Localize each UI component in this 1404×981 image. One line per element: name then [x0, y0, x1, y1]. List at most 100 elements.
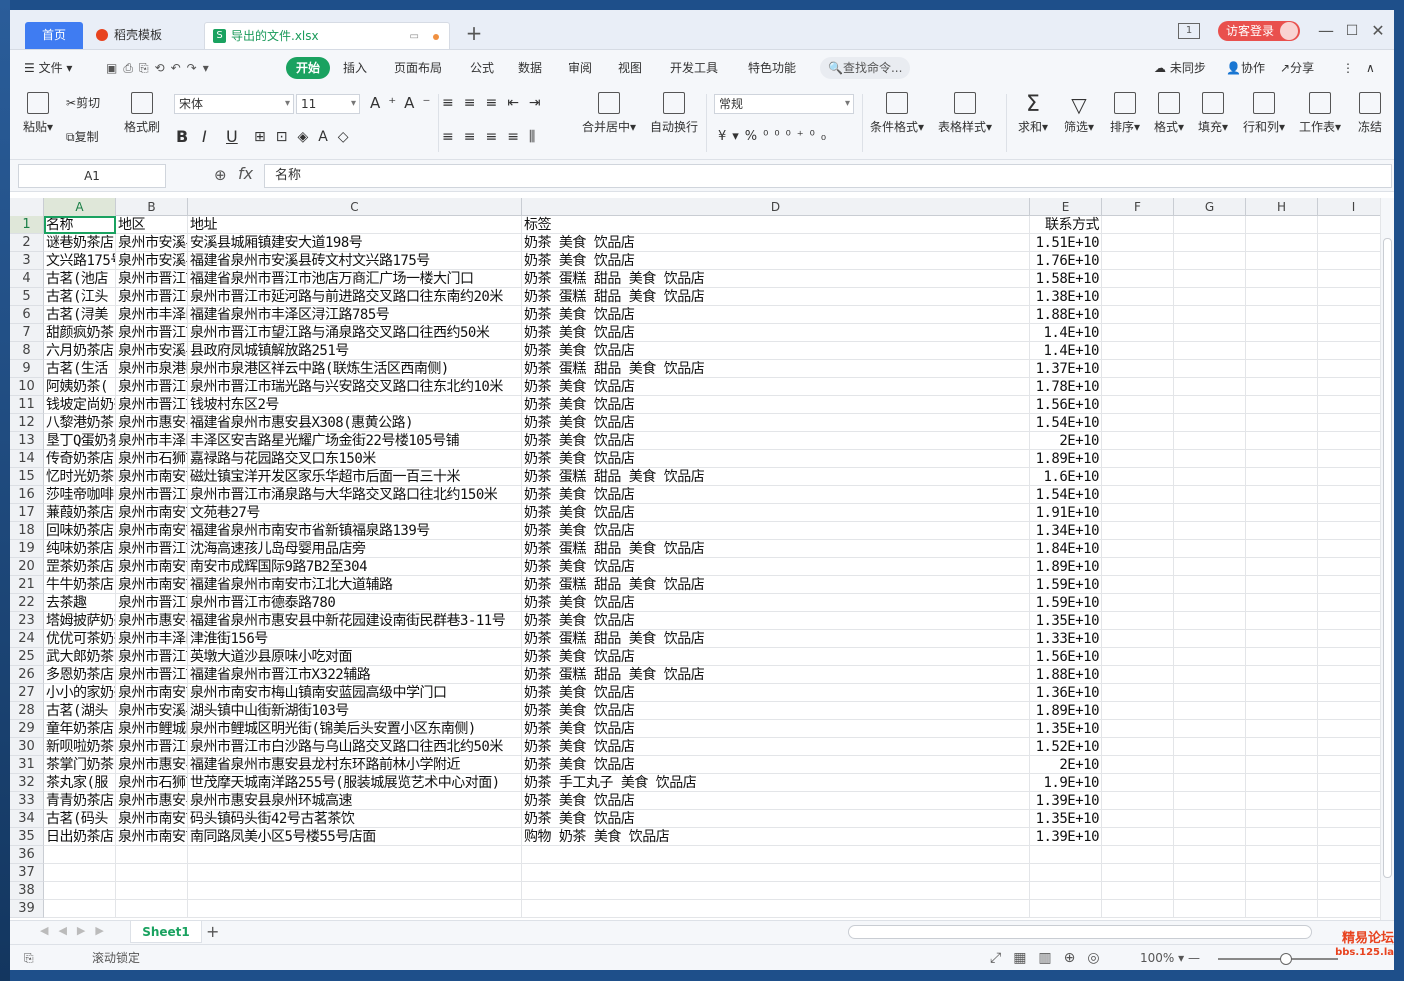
- tab-view[interactable]: 视图: [618, 57, 642, 79]
- cell[interactable]: 泉州市南安市: [116, 504, 188, 522]
- cell[interactable]: [1102, 684, 1174, 702]
- cell[interactable]: 南同路凤美小区5号楼55号店面: [188, 828, 522, 846]
- cell[interactable]: [1102, 828, 1174, 846]
- tab-file[interactable]: S 导出的文件.xlsx ▭: [204, 22, 450, 49]
- cell[interactable]: 小小的家奶茶: [44, 684, 116, 702]
- cell[interactable]: 福建省泉州市晋江市池店万商汇广场一楼大门口: [188, 270, 522, 288]
- horizontal-scroll-thumb[interactable]: [848, 925, 1312, 939]
- font-name-select[interactable]: 宋体: [174, 94, 294, 114]
- row-header[interactable]: 18: [10, 522, 44, 540]
- cell[interactable]: [188, 900, 522, 918]
- cell[interactable]: [1174, 378, 1246, 396]
- cell[interactable]: 1.4E+10: [1030, 324, 1102, 342]
- row-header[interactable]: 20: [10, 558, 44, 576]
- cell[interactable]: 泉州市鲤城区明光街(锦美后头安置小区东南侧): [188, 720, 522, 738]
- cell[interactable]: 1.37E+10: [1030, 360, 1102, 378]
- cell[interactable]: [44, 900, 116, 918]
- cell[interactable]: 南安市成辉国际9路7B2至304: [188, 558, 522, 576]
- cell[interactable]: [1102, 378, 1174, 396]
- cell[interactable]: [1102, 792, 1174, 810]
- cell[interactable]: 福建省泉州市安溪县砖文村文兴路175号: [188, 252, 522, 270]
- cell[interactable]: [1246, 450, 1318, 468]
- cell[interactable]: 奶茶 蛋糕 甜品 美食 饮品店: [522, 468, 1030, 486]
- cell[interactable]: [1174, 702, 1246, 720]
- cell[interactable]: [1102, 630, 1174, 648]
- cell[interactable]: 福建省泉州市丰泽区浔江路785号: [188, 306, 522, 324]
- filter-button[interactable]: ▽ 筛选▾: [1058, 92, 1100, 135]
- number-format-select[interactable]: 常规: [714, 94, 854, 114]
- cell[interactable]: [1318, 216, 1380, 234]
- add-sheet-button[interactable]: +: [206, 921, 219, 943]
- cell[interactable]: 泉州市惠安县: [116, 792, 188, 810]
- row-header[interactable]: 12: [10, 414, 44, 432]
- cell[interactable]: 世茂摩天城南洋路255号(服装城展览艺术中心对面): [188, 774, 522, 792]
- cell[interactable]: 奶茶 蛋糕 甜品 美食 饮品店: [522, 270, 1030, 288]
- cell[interactable]: [1174, 324, 1246, 342]
- cell[interactable]: 1.9E+10: [1030, 774, 1102, 792]
- cell[interactable]: 谜巷奶茶店: [44, 234, 116, 252]
- cell[interactable]: 奶茶 美食 饮品店: [522, 738, 1030, 756]
- cell[interactable]: 奶茶 美食 饮品店: [522, 558, 1030, 576]
- conditional-format-button[interactable]: 条件格式▾: [868, 92, 926, 135]
- row-header[interactable]: 10: [10, 378, 44, 396]
- cell[interactable]: 1.54E+10: [1030, 486, 1102, 504]
- column-header-h[interactable]: H: [1246, 198, 1318, 216]
- cell[interactable]: 泉州市晋江市: [116, 738, 188, 756]
- cell[interactable]: 奶茶 蛋糕 甜品 美食 饮品店: [522, 540, 1030, 558]
- cell[interactable]: 福建省泉州市惠安县X308(惠黄公路): [188, 414, 522, 432]
- cell[interactable]: 码头镇码头街42号古茗茶饮: [188, 810, 522, 828]
- cell[interactable]: 奶茶 蛋糕 甜品 美食 饮品店: [522, 360, 1030, 378]
- row-header[interactable]: 8: [10, 342, 44, 360]
- cell[interactable]: [1246, 216, 1318, 234]
- cell[interactable]: [1318, 396, 1380, 414]
- cell[interactable]: 泉州市南安市梅山镇南安蓝园高级中学门口: [188, 684, 522, 702]
- cell[interactable]: [1102, 396, 1174, 414]
- cell[interactable]: 购物 奶茶 美食 饮品店: [522, 828, 1030, 846]
- cell[interactable]: 古茗(浔美: [44, 306, 116, 324]
- cell[interactable]: [1318, 468, 1380, 486]
- cell[interactable]: 奶茶 蛋糕 甜品 美食 饮品店: [522, 576, 1030, 594]
- cell[interactable]: 泉州市安溪县: [116, 342, 188, 360]
- cell[interactable]: 垦丁Q蛋奶茶: [44, 432, 116, 450]
- cell[interactable]: [1246, 900, 1318, 918]
- cell[interactable]: [1174, 810, 1246, 828]
- cell[interactable]: 泉州市惠安县泉州环城高速: [188, 792, 522, 810]
- cell[interactable]: [1318, 558, 1380, 576]
- cell[interactable]: [1102, 504, 1174, 522]
- cell[interactable]: [1318, 450, 1380, 468]
- cell[interactable]: [116, 864, 188, 882]
- cell[interactable]: 安溪县城厢镇建安大道198号: [188, 234, 522, 252]
- row-header[interactable]: 25: [10, 648, 44, 666]
- close-icon[interactable]: ✕: [1368, 21, 1388, 41]
- cell[interactable]: 古茗(江头: [44, 288, 116, 306]
- cell[interactable]: [1174, 792, 1246, 810]
- zoom-slider[interactable]: [1218, 958, 1338, 960]
- cell[interactable]: 古茗(码头: [44, 810, 116, 828]
- cell[interactable]: [1246, 594, 1318, 612]
- cell[interactable]: [1030, 864, 1102, 882]
- cell[interactable]: [1174, 270, 1246, 288]
- cell[interactable]: [1318, 540, 1380, 558]
- cell[interactable]: 泉州市晋江市: [116, 288, 188, 306]
- cell[interactable]: [1318, 900, 1380, 918]
- cell[interactable]: [1174, 396, 1246, 414]
- cell[interactable]: [1174, 828, 1246, 846]
- cell[interactable]: 古茗(湖头: [44, 702, 116, 720]
- cell[interactable]: 文苑巷27号: [188, 504, 522, 522]
- cell[interactable]: 泉州市惠安县: [116, 612, 188, 630]
- cell[interactable]: 1.4E+10: [1030, 342, 1102, 360]
- cell[interactable]: 纯味奶茶店: [44, 540, 116, 558]
- row-header[interactable]: 28: [10, 702, 44, 720]
- cell[interactable]: 1.38E+10: [1030, 288, 1102, 306]
- cell[interactable]: [1318, 576, 1380, 594]
- new-tab-button[interactable]: +: [462, 20, 486, 46]
- cell[interactable]: 奶茶 美食 饮品店: [522, 342, 1030, 360]
- cell[interactable]: [1318, 666, 1380, 684]
- row-header[interactable]: 38: [10, 882, 44, 900]
- copy-button[interactable]: ⧉复制: [66, 126, 99, 148]
- cell[interactable]: 1.39E+10: [1030, 792, 1102, 810]
- cell[interactable]: 泉州市晋江市瑞光路与兴安路交叉路口往东北约10米: [188, 378, 522, 396]
- cell[interactable]: 古茗(池店: [44, 270, 116, 288]
- tab-dev[interactable]: 开发工具: [670, 57, 718, 79]
- cell[interactable]: [1174, 630, 1246, 648]
